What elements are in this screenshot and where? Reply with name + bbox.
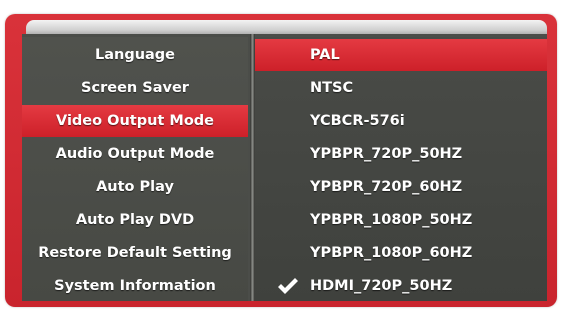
menu-item-label: Screen Saver (81, 80, 189, 96)
option-label: YPBPR_1080P_60HZ (310, 245, 473, 261)
option-hdmi-720p-50hz[interactable]: HDMI_720P_50HZ (255, 270, 547, 301)
settings-panel: Language Screen Saver Video Output Mode … (22, 34, 547, 301)
menu-item-audio-output-mode[interactable]: Audio Output Mode (22, 138, 248, 170)
menu-item-language[interactable]: Language (22, 39, 248, 71)
menu-item-label: Auto Play (96, 179, 174, 195)
menu-item-label: Auto Play DVD (75, 212, 195, 228)
option-label: YPBPR_720P_50HZ (310, 146, 463, 162)
menu-item-auto-play[interactable]: Auto Play (22, 171, 248, 203)
menu-item-label: System Information (54, 278, 216, 294)
option-ycbcr-576i[interactable]: YCBCR-576i (255, 105, 547, 137)
option-label: PAL (310, 47, 340, 63)
option-ypbpr-1080p-60hz[interactable]: YPBPR_1080P_60HZ (255, 237, 547, 269)
menu-item-restore-default-setting[interactable]: Restore Default Setting (22, 237, 248, 269)
option-ntsc[interactable]: NTSC (255, 72, 547, 104)
menu-item-label: Restore Default Setting (38, 245, 232, 261)
option-pal[interactable]: PAL (255, 39, 547, 71)
menu-item-system-information[interactable]: System Information (22, 270, 248, 301)
option-ypbpr-720p-60hz[interactable]: YPBPR_720P_60HZ (255, 171, 547, 203)
option-ypbpr-1080p-50hz[interactable]: YPBPR_1080P_50HZ (255, 204, 547, 236)
option-ypbpr-720p-50hz[interactable]: YPBPR_720P_50HZ (255, 138, 547, 170)
menu-item-screen-saver[interactable]: Screen Saver (22, 72, 248, 104)
video-output-options-list: PAL NTSC YCBCR-576i YPBPR_720P_50HZ YPBP… (255, 37, 547, 301)
option-label: NTSC (310, 80, 354, 96)
menu-item-label: Audio Output Mode (55, 146, 215, 162)
option-label: YPBPR_720P_60HZ (310, 179, 463, 195)
menu-item-video-output-mode[interactable]: Video Output Mode (22, 105, 248, 137)
menu-item-auto-play-dvd[interactable]: Auto Play DVD (22, 204, 248, 236)
option-label: YPBPR_1080P_50HZ (310, 212, 473, 228)
settings-category-list: Language Screen Saver Video Output Mode … (22, 37, 248, 301)
option-label: YCBCR-576i (310, 113, 405, 129)
menu-item-label: Video Output Mode (55, 113, 215, 129)
menu-item-label: Language (94, 47, 176, 63)
checkmark-icon (278, 278, 298, 294)
option-label: HDMI_720P_50HZ (310, 278, 453, 294)
